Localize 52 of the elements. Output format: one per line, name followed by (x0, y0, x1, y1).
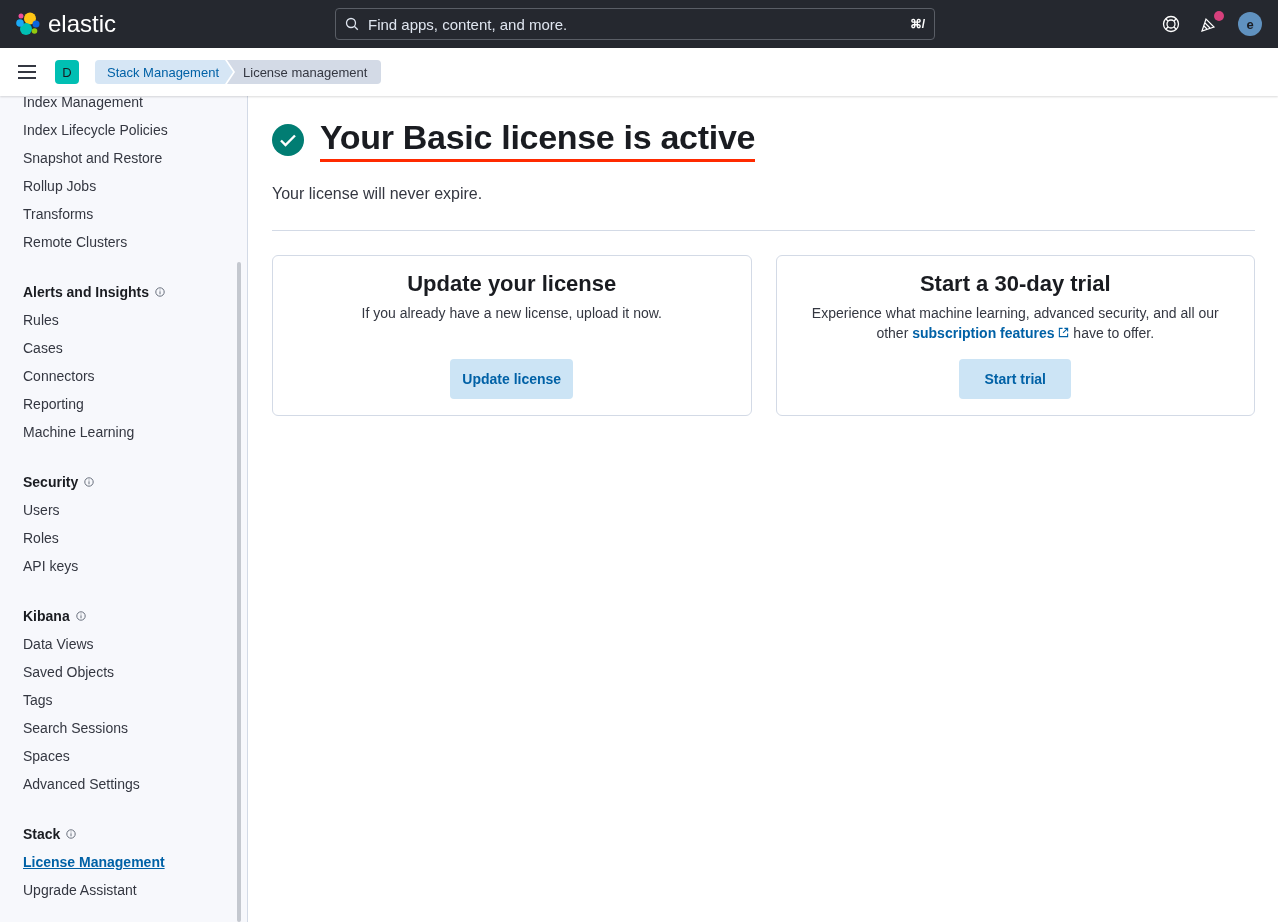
info-icon[interactable] (66, 829, 77, 839)
nav-item[interactable]: Index Lifecycle Policies (23, 116, 247, 144)
space-avatar[interactable]: D (55, 60, 79, 84)
external-link-icon (1058, 327, 1070, 338)
nav-item[interactable]: Transforms (23, 200, 247, 228)
nav-item[interactable]: Users (23, 496, 247, 524)
nav-item[interactable]: Rollup Jobs (23, 172, 247, 200)
card-button[interactable]: Start trial (959, 359, 1072, 399)
subscription-features-link[interactable]: subscription features (912, 325, 1070, 341)
check-circle-icon (272, 124, 304, 156)
nav-item[interactable]: Search Sessions (23, 714, 247, 742)
section-title: Security (23, 474, 79, 490)
user-avatar[interactable]: e (1238, 12, 1262, 36)
party-popper-icon[interactable] (1200, 15, 1218, 33)
nav-item[interactable]: Upgrade Assistant (23, 876, 247, 904)
help-icon[interactable] (1162, 15, 1180, 33)
breadcrumb[interactable]: Stack Management (95, 60, 233, 84)
nav-item[interactable]: Data Views (23, 630, 247, 658)
nav-item[interactable]: Remote Clusters (23, 228, 247, 256)
nav-item[interactable]: Saved Objects (23, 658, 247, 686)
nav-item[interactable]: Snapshot and Restore (23, 144, 247, 172)
nav-item[interactable]: API keys (23, 552, 247, 580)
license-expiry-text: Your license will never expire. (272, 184, 484, 204)
card-description: Experience what machine learning, advanced security, and all our other subscription features have to offer. (810, 304, 1220, 343)
breadcrumb[interactable]: License management (227, 60, 382, 84)
nav-item[interactable]: Machine Learning (23, 418, 247, 446)
logo-text: elastic (48, 10, 117, 38)
section-title: Alerts and Insights (23, 284, 150, 300)
nav-item[interactable]: Spaces (23, 742, 247, 770)
card-button[interactable]: Update license (450, 359, 574, 399)
scrollbar[interactable] (237, 262, 241, 922)
card-title: Start a 30-day trial (919, 271, 1111, 297)
nav-item[interactable]: Connectors (23, 362, 247, 390)
nav-item[interactable]: Advanced Settings (23, 770, 247, 798)
nav-item[interactable]: License Management (23, 848, 247, 876)
section-title: Stack (23, 826, 61, 842)
info-icon[interactable] (75, 611, 86, 621)
license-status-title: Your Basic license is active (320, 118, 756, 162)
menu-icon[interactable] (18, 65, 36, 79)
card-description: If you already have a new license, upload it now. (361, 304, 662, 323)
nav-item[interactable]: Reporting (23, 390, 247, 418)
info-icon[interactable] (84, 477, 95, 487)
elastic-logo-icon (16, 12, 40, 36)
shortcut-hint: ⌘/ (909, 17, 925, 31)
section-title: Kibana (23, 608, 70, 624)
nav-item[interactable]: Tags (23, 686, 247, 714)
nav-item[interactable]: Cases (23, 334, 247, 362)
card-title: Update your license (407, 271, 617, 297)
nav-item[interactable]: Rules (23, 306, 247, 334)
nav-item[interactable]: Roles (23, 524, 247, 552)
info-icon[interactable] (155, 287, 166, 297)
nav-item[interactable]: Index Management (23, 96, 247, 116)
